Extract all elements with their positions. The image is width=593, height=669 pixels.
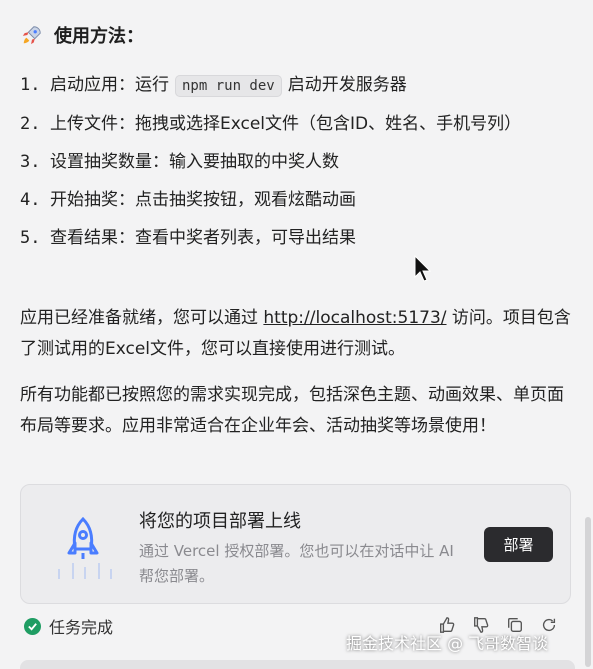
step-number: 1. <box>20 75 41 95</box>
steps-list: 1. 启动应用：运行 npm run dev 启动开发服务器 2. 上传文件：拖拽或… <box>20 70 560 261</box>
next-message-edge <box>20 660 575 669</box>
deploy-description: 通过 Vercel 授权部署。您也可以在对话中让 AI 帮您部署。 <box>139 542 454 585</box>
deploy-card: 将您的项目部署上线 通过 Vercel 授权部署。您也可以在对话中让 AI 帮您… <box>20 484 571 604</box>
step-text: 上传文件：拖拽或选择Excel文件（包含ID、姓名、手机号列） <box>50 114 522 134</box>
list-item: 5. 查看结果：查看中奖者列表，可导出结果 <box>20 223 560 253</box>
scrollbar[interactable] <box>585 517 591 667</box>
rocket-icon <box>20 23 44 47</box>
step-number: 2. <box>20 114 41 134</box>
step-text: 启动应用：运行 <box>50 75 169 95</box>
status-text: 任务完成 <box>49 618 114 637</box>
step-number: 3. <box>20 152 41 172</box>
step-number: 5. <box>20 228 41 248</box>
list-item: 3. 设置抽奖数量：输入要抽取的中奖人数 <box>20 147 560 177</box>
task-status: 任务完成 <box>24 614 113 638</box>
step-text: 开始抽奖：点击抽奖按钮，观看炫酷动画 <box>50 190 356 210</box>
code-snippet: npm run dev <box>175 75 282 97</box>
heading-text: 使用方法： <box>54 26 144 47</box>
localhost-link[interactable]: http://localhost:5173/ <box>263 308 446 328</box>
list-item: 2. 上传文件：拖拽或选择Excel文件（包含ID、姓名、手机号列） <box>20 109 560 139</box>
step-text: 查看结果：查看中奖者列表，可导出结果 <box>50 228 356 248</box>
ready-paragraph: 应用已经准备就绪，您可以通过 http://localhost:5173/ 访问… <box>20 308 571 359</box>
mouse-cursor-icon <box>414 255 432 282</box>
watermark: 掘金技术社区 @ 飞哥数智谈 <box>346 634 549 653</box>
step-text-after: 启动开发服务器 <box>287 75 407 95</box>
section-heading: 使用方法： <box>20 22 144 48</box>
deploy-button[interactable]: 部署 <box>484 527 553 562</box>
step-number: 4. <box>20 190 41 210</box>
list-item: 1. 启动应用：运行 npm run dev 启动开发服务器 <box>20 70 560 101</box>
list-item: 4. 开始抽奖：点击抽奖按钮，观看炫酷动画 <box>20 185 560 215</box>
check-icon <box>24 617 41 635</box>
summary-paragraph: 所有功能都已按照您的需求实现完成，包括深色主题、动画效果、单页面布局等要求。应用… <box>20 385 564 436</box>
deploy-title: 将您的项目部署上线 <box>139 511 301 532</box>
rocket-icon <box>58 516 112 579</box>
step-text: 设置抽奖数量：输入要抽取的中奖人数 <box>50 152 339 172</box>
